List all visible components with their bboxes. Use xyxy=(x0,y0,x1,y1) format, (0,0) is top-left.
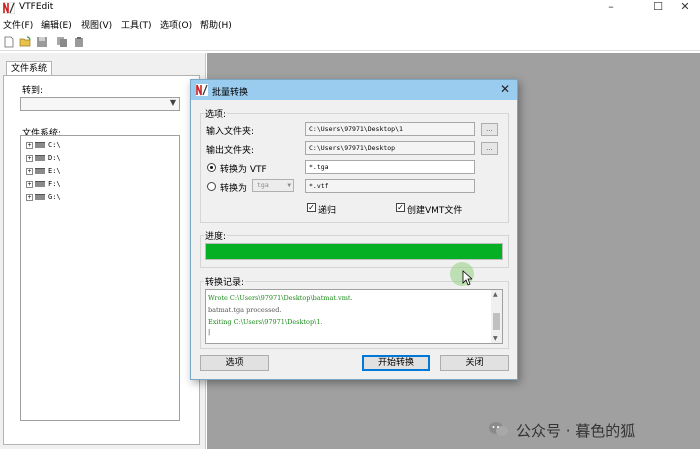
drive-label: G:\ xyxy=(48,193,61,201)
input-folder-field[interactable]: C:\Users\97971\Desktop\1 xyxy=(305,122,475,136)
output-browse-button[interactable]: ... xyxy=(481,142,498,155)
create-vmt-label: 创建VMT文件 xyxy=(407,206,463,216)
scroll-down-icon[interactable]: ▼ xyxy=(493,335,498,342)
copy-icon[interactable] xyxy=(56,36,68,48)
save-icon[interactable] xyxy=(36,36,48,48)
drive-label: F:\ xyxy=(48,180,61,188)
input-browse-button[interactable]: ... xyxy=(481,123,498,136)
menu-view[interactable]: 视图(V) xyxy=(81,18,112,31)
format-dropdown[interactable]: tga ▼ xyxy=(252,179,294,192)
options-group-label: 选项: xyxy=(204,107,228,120)
options-button[interactable]: 选项 xyxy=(200,355,269,371)
file-browser-panel: 文件系统 转到: ▼ 文件系统: + C:\ + D:\ + E:\ + F:\ + G:… xyxy=(0,53,206,449)
tree-item-drive-c[interactable]: + C:\ xyxy=(26,141,61,152)
expand-icon[interactable]: + xyxy=(26,141,33,149)
drive-label: C:\ xyxy=(48,141,61,149)
wechat-logo-icon xyxy=(489,422,508,436)
drive-icon xyxy=(35,142,45,148)
dialog-titlebar[interactable]: 批量转换 ✕ xyxy=(191,80,517,100)
tree-item-drive-f[interactable]: + F:\ xyxy=(26,180,61,191)
log-scrollbar[interactable]: ▲ ▼ xyxy=(491,290,502,343)
new-file-icon[interactable] xyxy=(3,36,15,48)
drive-icon xyxy=(35,155,45,161)
scrollbar-thumb[interactable] xyxy=(493,313,500,330)
chevron-down-icon: ▼ xyxy=(287,182,291,189)
vtf-filter-field[interactable]: *.tga xyxy=(305,160,475,174)
text-caret: | xyxy=(208,328,211,336)
minimize-button[interactable]: – xyxy=(596,0,626,14)
expand-icon[interactable]: + xyxy=(26,154,33,162)
output-folder-label: 输出文件夹: xyxy=(206,146,255,156)
open-folder-icon[interactable] xyxy=(19,36,31,48)
other-filter-field[interactable]: *.vtf xyxy=(305,179,475,193)
close-dialog-button[interactable]: 关闭 xyxy=(440,355,509,371)
tree-item-drive-e[interactable]: + E:\ xyxy=(26,167,61,178)
toolbar xyxy=(0,34,700,51)
maximize-button[interactable]: ☐ xyxy=(643,0,673,14)
menu-help[interactable]: 帮助(H) xyxy=(200,18,232,31)
drive-label: E:\ xyxy=(48,167,61,175)
paste-icon[interactable] xyxy=(73,36,85,48)
recursive-label: 递归 xyxy=(318,206,337,216)
convert-to-other-label: 转换为 xyxy=(220,184,248,194)
expand-icon[interactable]: + xyxy=(26,180,33,188)
format-value: tga xyxy=(257,181,269,189)
filesystem-tree[interactable]: + C:\ + D:\ + E:\ + F:\ + G:\ xyxy=(20,135,180,421)
progress-label: 进度: xyxy=(204,229,228,242)
close-button[interactable]: ✕ xyxy=(670,0,700,14)
mouse-cursor-icon xyxy=(462,270,472,286)
menu-file[interactable]: 文件(F) xyxy=(3,18,33,31)
log-label: 转换记录: xyxy=(204,275,246,288)
log-line: batmat.tga processed. xyxy=(208,306,282,314)
dialog-title: 批量转换 xyxy=(212,88,249,98)
tree-item-drive-g[interactable]: + G:\ xyxy=(26,193,61,204)
vtfedit-logo-icon xyxy=(196,84,208,96)
expand-icon[interactable]: + xyxy=(26,193,33,201)
goto-dropdown[interactable]: ▼ xyxy=(20,97,180,111)
goto-label: 转到: xyxy=(22,86,44,96)
menu-options[interactable]: 选项(O) xyxy=(160,18,192,31)
drive-label: D:\ xyxy=(48,154,61,162)
tab-filesystem[interactable]: 文件系统 xyxy=(6,61,52,76)
log-line: Exiting C:\Users\97971\Desktop\1. xyxy=(208,318,323,326)
close-icon[interactable]: ✕ xyxy=(500,82,510,96)
scroll-up-icon[interactable]: ▲ xyxy=(493,291,498,298)
app-titlebar: VTFEdit – ☐ ✕ xyxy=(0,0,700,16)
chevron-down-icon: ▼ xyxy=(169,98,176,107)
app-title: VTFEdit xyxy=(19,2,54,12)
drive-icon xyxy=(35,181,45,187)
tree-item-drive-d[interactable]: + D:\ xyxy=(26,154,61,165)
convert-to-vtf-label: 转换为 VTF xyxy=(220,165,267,175)
drive-icon xyxy=(35,194,45,200)
log-line: Wrote C:\Users\97971\Desktop\batmat.vmt. xyxy=(208,294,353,302)
output-folder-field[interactable]: C:\Users\97971\Desktop xyxy=(305,141,475,155)
menu-edit[interactable]: 编辑(E) xyxy=(41,18,72,31)
convert-to-vtf-radio[interactable] xyxy=(207,163,216,172)
menubar: 文件(F) 编辑(E) 视图(V) 工具(T) 选项(O) 帮助(H) xyxy=(0,17,700,31)
progress-fill xyxy=(206,244,502,259)
drive-icon xyxy=(35,168,45,174)
convert-to-other-radio[interactable] xyxy=(207,182,216,191)
start-convert-button[interactable]: 开始转换 xyxy=(362,355,430,371)
create-vmt-checkbox[interactable]: ✓ xyxy=(396,203,405,212)
recursive-checkbox[interactable]: ✓ xyxy=(307,203,316,212)
vtfedit-logo-icon xyxy=(3,2,15,14)
batch-convert-dialog: 批量转换 ✕ 选项: 输入文件夹: C:\Users\97971\Desktop… xyxy=(190,79,518,380)
input-folder-label: 输入文件夹: xyxy=(206,127,255,137)
expand-icon[interactable]: + xyxy=(26,167,33,175)
conversion-log[interactable]: Wrote C:\Users\97971\Desktop\batmat.vmt.… xyxy=(205,289,503,344)
menu-tools[interactable]: 工具(T) xyxy=(121,18,152,31)
progress-bar xyxy=(205,243,503,260)
watermark-text: 公众号 · 暮色的狐 xyxy=(516,422,636,440)
